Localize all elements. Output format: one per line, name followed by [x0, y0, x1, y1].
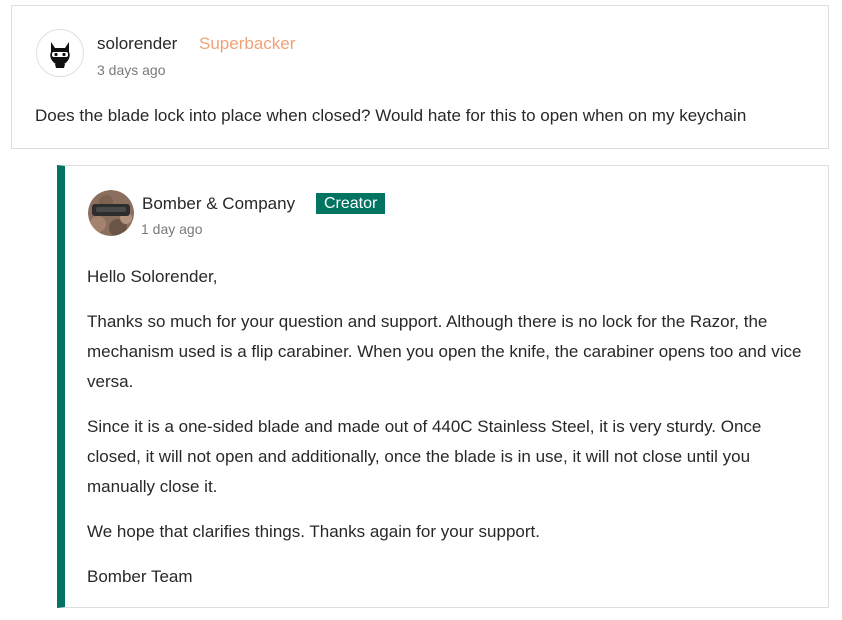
reply-paragraph: Hello Solorender,	[87, 267, 218, 286]
reply-paragraph: Since it is a one-sided blade and made o…	[87, 417, 762, 496]
company-photo-avatar[interactable]	[88, 190, 134, 236]
reply-signature: Bomber Team	[87, 567, 193, 586]
creator-reply: Bomber & Company Creator 1 day ago Hello…	[57, 165, 829, 608]
reply-timestamp: 1 day ago	[141, 221, 203, 237]
superbacker-badge: Superbacker	[199, 34, 296, 53]
comment-body: Does the blade lock into place when clos…	[35, 106, 747, 125]
ninja-mask-icon[interactable]	[36, 29, 84, 77]
backer-comment: solorender Superbacker 3 days ago Does t…	[11, 5, 829, 149]
reply-paragraph: We hope that clarifies things. Thanks ag…	[87, 522, 540, 541]
comment-timestamp: 3 days ago	[97, 62, 166, 78]
comment-author[interactable]: solorender	[97, 34, 177, 54]
reply-paragraph: Thanks so much for your question and sup…	[87, 312, 802, 391]
creator-badge: Creator	[316, 193, 386, 214]
reply-author[interactable]: Bomber & Company	[142, 194, 295, 214]
